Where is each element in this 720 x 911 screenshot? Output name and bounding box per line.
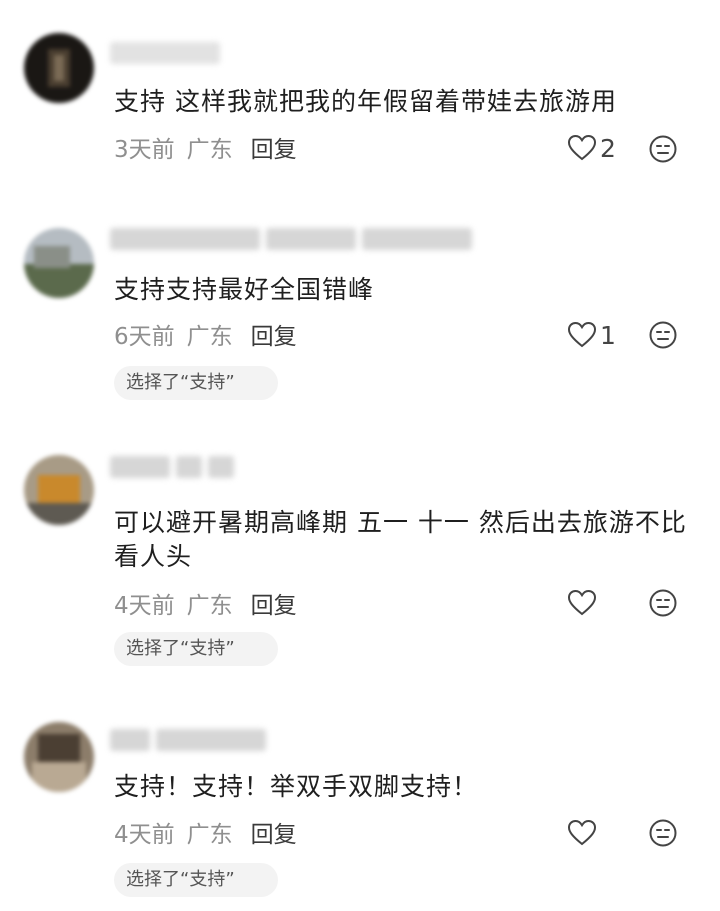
username-blurred[interactable] [110, 729, 272, 755]
comment-time: 6天前 [114, 324, 175, 350]
neutral-face-icon [649, 819, 677, 847]
avatar[interactable] [24, 33, 94, 103]
username-blurred[interactable] [110, 42, 226, 68]
username-blurred[interactable] [110, 456, 240, 482]
comment-text: 支持支持最好全国错峰 [114, 275, 375, 304]
comment-region: 广东 [186, 593, 233, 619]
comment-text: 可以避开暑期高峰期 五一 十一 然后出去旅游不比看人头 [114, 508, 687, 571]
like-button[interactable]: 1 [566, 318, 616, 352]
heart-outline-icon [567, 589, 597, 616]
heart-outline-icon [567, 134, 597, 161]
like-button[interactable] [566, 816, 600, 850]
reply-button[interactable]: 回复 [251, 593, 297, 619]
reply-button[interactable]: 回复 [251, 137, 297, 163]
neutral-face-icon [649, 321, 677, 349]
poll-selection-badge: 选择了“支持” [114, 632, 278, 666]
comment-meta: 6天前 广东 回复 [114, 320, 297, 354]
reaction-button[interactable] [648, 588, 678, 618]
reaction-button[interactable] [648, 818, 678, 848]
neutral-face-icon [649, 589, 677, 617]
reaction-button[interactable] [648, 320, 678, 350]
like-button[interactable]: 2 [566, 131, 616, 165]
comment-meta: 4天前 广东 回复 [114, 818, 297, 852]
avatar[interactable] [24, 722, 94, 792]
comment-region: 广东 [186, 822, 233, 848]
neutral-face-icon [649, 135, 677, 163]
avatar[interactable] [24, 228, 94, 298]
comment-time: 4天前 [114, 593, 175, 619]
like-button[interactable] [566, 586, 600, 620]
comment-region: 广东 [186, 137, 233, 163]
comment-text: 支持！支持！举双手双脚支持！ [114, 772, 479, 801]
username-blurred[interactable] [110, 228, 478, 254]
comment-text: 支持 这样我就把我的年假留着带娃去旅游用 [114, 87, 617, 116]
comment-meta: 4天前 广东 回复 [114, 589, 297, 623]
reply-button[interactable]: 回复 [251, 822, 297, 848]
reply-button[interactable]: 回复 [251, 324, 297, 350]
poll-selection-badge: 选择了“支持” [114, 366, 278, 400]
heart-outline-icon [567, 321, 597, 348]
comment-time: 4天前 [114, 822, 175, 848]
poll-selection-badge: 选择了“支持” [114, 863, 278, 897]
like-count: 2 [600, 133, 616, 163]
avatar[interactable] [24, 455, 94, 525]
heart-outline-icon [567, 819, 597, 846]
comment-time: 3天前 [114, 137, 175, 163]
comment-region: 广东 [186, 324, 233, 350]
like-count: 1 [600, 320, 616, 350]
comment-meta: 3天前 广东 回复 [114, 133, 297, 167]
reaction-button[interactable] [648, 134, 678, 164]
